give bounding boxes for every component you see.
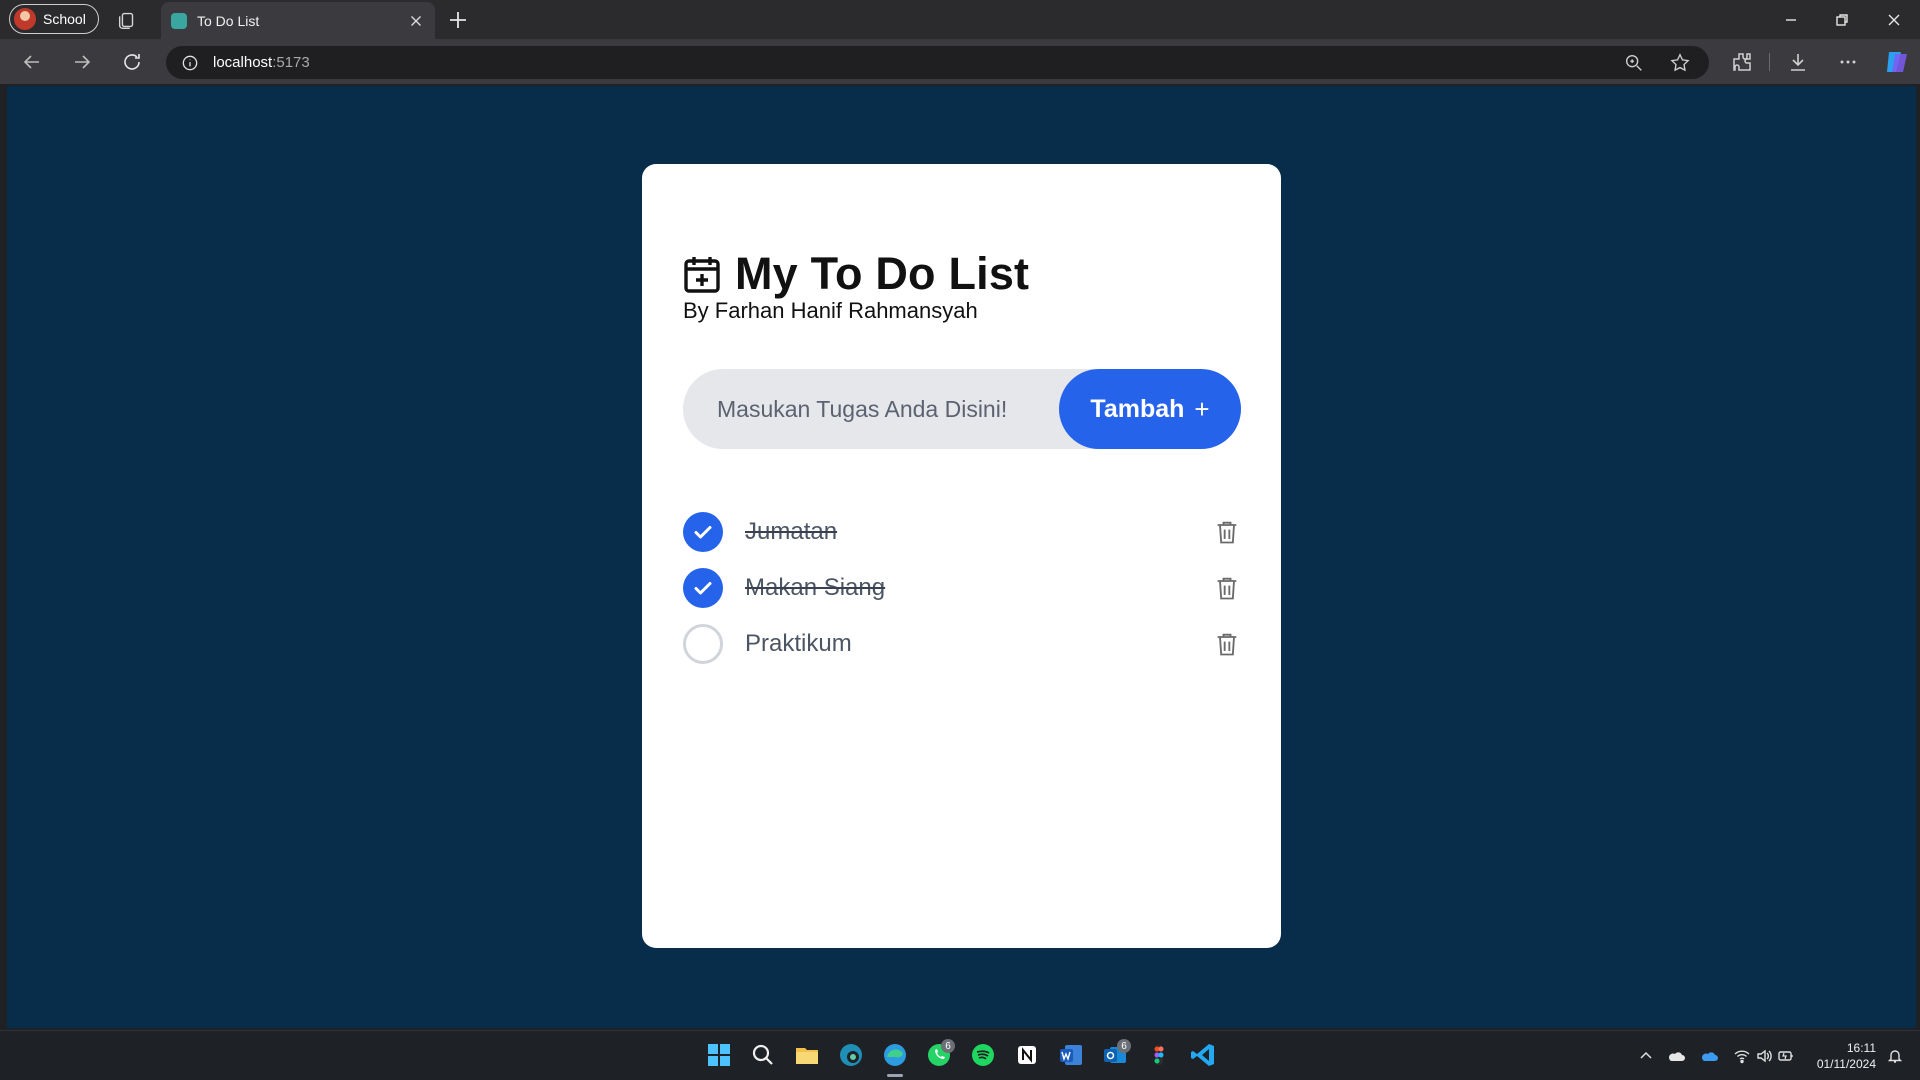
browser-tab-strip: School To Do List <box>0 0 1920 39</box>
avatar <box>14 8 36 30</box>
todo-card: My To Do List By Farhan Hanif Rahmansyah… <box>642 164 1281 948</box>
copilot-icon[interactable] <box>1883 48 1911 76</box>
task-input-bar: Tambah + <box>683 369 1241 449</box>
todo-text[interactable]: Jumatan <box>745 518 837 546</box>
browser-tab-active[interactable]: To Do List <box>161 2 435 39</box>
todo-list: Jumatan Makan Siang Praktikum <box>683 504 1241 672</box>
notion-icon[interactable] <box>1013 1041 1041 1069</box>
new-tab-icon[interactable] <box>446 8 470 32</box>
address-url[interactable]: localhost:5173 <box>213 54 310 71</box>
title-row: My To Do List <box>683 248 1029 300</box>
tab-favicon-icon <box>171 12 187 29</box>
vscode-icon[interactable] <box>1189 1041 1217 1069</box>
volume-icon[interactable] <box>1755 1048 1773 1064</box>
todo-item: Praktikum <box>683 616 1241 672</box>
plus-icon: + <box>1194 393 1210 424</box>
figma-icon[interactable] <box>1145 1041 1173 1069</box>
tray-chevron-up-icon[interactable] <box>1637 1048 1655 1064</box>
word-icon[interactable] <box>1057 1041 1085 1069</box>
battery-icon[interactable] <box>1777 1048 1795 1064</box>
outlook-badge: 6 <box>1117 1039 1131 1053</box>
page-viewport: My To Do List By Farhan Hanif Rahmansyah… <box>7 86 1916 1028</box>
todo-text[interactable]: Praktikum <box>745 630 852 658</box>
site-info-icon[interactable] <box>180 53 200 73</box>
toolbar-separator <box>1769 53 1770 71</box>
delete-trash-icon[interactable] <box>1213 574 1241 602</box>
clock-time: 16:11 <box>1846 1041 1876 1055</box>
page-title: My To Do List <box>735 248 1030 299</box>
onedrive-personal-icon[interactable] <box>1667 1048 1685 1064</box>
delete-trash-icon[interactable] <box>1213 518 1241 546</box>
todo-item: Makan Siang <box>683 560 1241 616</box>
back-icon[interactable] <box>20 50 44 74</box>
todo-checkbox-checked[interactable] <box>683 568 723 608</box>
profile-button[interactable]: School <box>9 4 99 34</box>
extensions-icon[interactable] <box>1730 50 1754 74</box>
reload-icon[interactable] <box>120 50 144 74</box>
todo-text[interactable]: Makan Siang <box>745 574 885 602</box>
close-window-icon[interactable] <box>1882 8 1906 32</box>
add-button-label: Tambah <box>1090 394 1185 423</box>
onedrive-work-icon[interactable] <box>1700 1048 1718 1064</box>
active-app-indicator <box>887 1074 903 1077</box>
notification-bell-icon[interactable] <box>1886 1048 1904 1064</box>
file-explorer-icon[interactable] <box>793 1041 821 1069</box>
page-subtitle: By Farhan Hanif Rahmansyah <box>683 298 978 323</box>
system-clock[interactable]: 16:11 01/11/2024 <box>1817 1040 1876 1072</box>
url-port: :5173 <box>272 54 310 71</box>
todo-checkbox-checked[interactable] <box>683 512 723 552</box>
calendar-add-icon <box>684 257 720 293</box>
minimize-icon[interactable] <box>1779 8 1803 32</box>
favorite-star-icon[interactable] <box>1669 52 1691 74</box>
task-input[interactable] <box>683 369 1063 449</box>
downloads-icon[interactable] <box>1786 50 1810 74</box>
delete-trash-icon[interactable] <box>1213 630 1241 658</box>
checkmark-icon <box>694 526 712 539</box>
forward-icon[interactable] <box>70 50 94 74</box>
windows-taskbar: 6 6 16:11 01/11/2024 <box>0 1030 1920 1080</box>
profile-label: School <box>43 11 86 27</box>
browser-toolbar: localhost:5173 <box>0 39 1920 84</box>
spotify-icon[interactable] <box>969 1041 997 1069</box>
zoom-icon[interactable] <box>1623 52 1645 74</box>
wifi-icon[interactable] <box>1733 1048 1751 1064</box>
edge-icon[interactable] <box>881 1041 909 1069</box>
edge-dev-icon[interactable] <box>837 1041 865 1069</box>
whatsapp-badge: 6 <box>941 1039 955 1053</box>
add-task-button[interactable]: Tambah + <box>1059 369 1241 449</box>
close-tab-icon[interactable] <box>407 12 425 30</box>
checkmark-icon <box>694 582 712 595</box>
url-host: localhost <box>213 54 273 71</box>
todo-checkbox-unchecked[interactable] <box>683 624 723 664</box>
clock-date: 01/11/2024 <box>1816 1057 1876 1071</box>
restore-icon[interactable] <box>1830 8 1854 32</box>
tab-actions-icon[interactable] <box>116 9 138 31</box>
todo-item: Jumatan <box>683 504 1241 560</box>
more-menu-icon[interactable] <box>1836 50 1860 74</box>
windows-start-icon[interactable] <box>705 1041 733 1069</box>
tab-title: To Do List <box>197 12 260 29</box>
search-icon[interactable] <box>749 1041 777 1069</box>
address-bar[interactable]: localhost:5173 <box>166 46 1709 79</box>
